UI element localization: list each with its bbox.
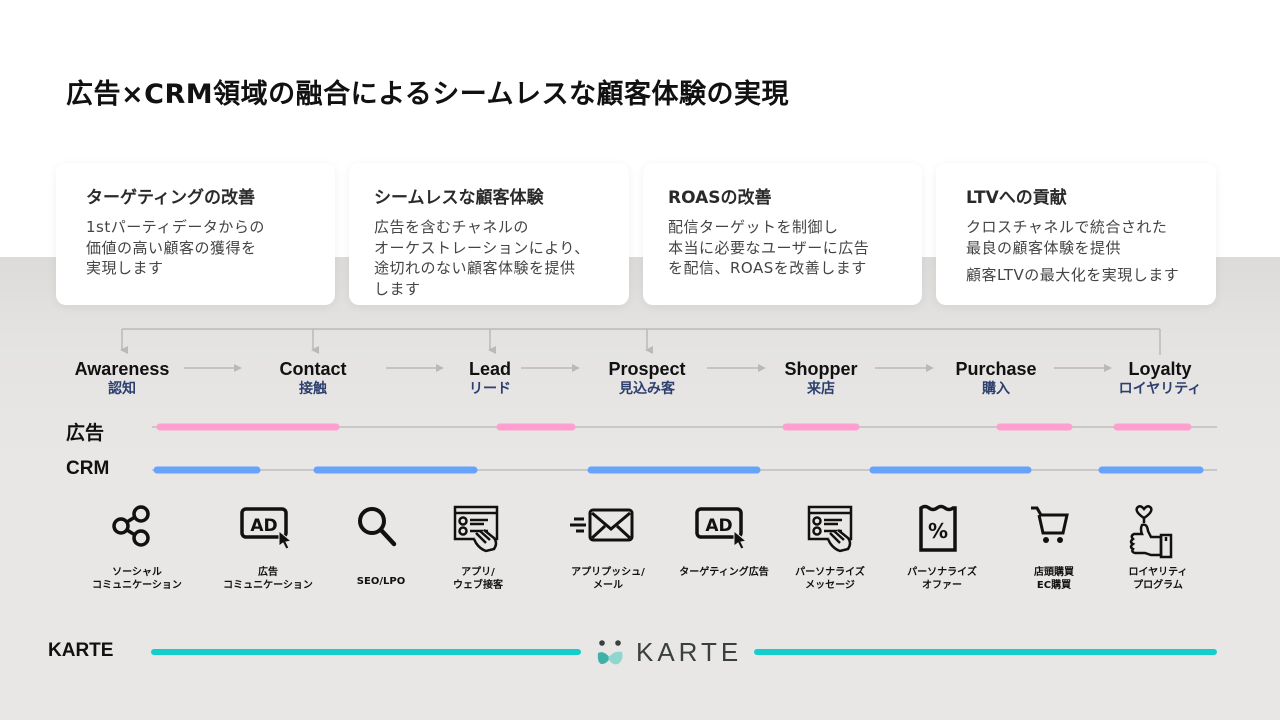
- svg-text:AD: AD: [250, 516, 277, 536]
- stage-ja-label: 見込み客: [619, 381, 675, 397]
- channel-label: 広告 コミュニケーション: [223, 567, 313, 591]
- karte-logo-icon: [597, 639, 623, 664]
- web-touch-icon: [807, 505, 853, 553]
- svg-text:%: %: [928, 519, 948, 543]
- row-label-crm: CRM: [66, 458, 110, 479]
- channel-label: アプリプッシュ/ メール: [571, 567, 645, 591]
- stage-ja-label: 購入: [981, 381, 1010, 397]
- stage-lead: Lead リード: [469, 358, 511, 398]
- stage-prospect: Prospect 見込み客: [608, 358, 685, 398]
- search-icon: [358, 507, 397, 547]
- web-touch-icon: [453, 505, 499, 553]
- ad-click-icon: AD: [695, 507, 748, 549]
- share-network-icon: [112, 505, 150, 547]
- stage-ja-label: ロイヤリティ: [1118, 381, 1202, 397]
- channel-label: パーソナライズ メッセージ: [795, 567, 865, 591]
- channel-label: 店頭購買 EC購買: [1034, 567, 1074, 591]
- channel-label: SEO/LPO: [356, 576, 406, 587]
- stage-loyalty: Loyalty ロイヤリティ: [1119, 358, 1202, 398]
- stage-en-label: Loyalty: [1128, 359, 1192, 379]
- coupon-percent-icon: %: [919, 504, 957, 552]
- thumbs-up-heart-icon: [1129, 505, 1173, 559]
- stage-purchase: Purchase 購入: [955, 358, 1036, 398]
- channel-label: アプリ/ ウェブ接客: [453, 567, 503, 591]
- stage-ja-label: 来店: [806, 381, 835, 397]
- stage-ja-label: リード: [468, 381, 511, 397]
- stage-en-label: Contact: [279, 359, 347, 379]
- top-connector: [120, 328, 1161, 355]
- stage-en-label: Awareness: [74, 359, 170, 379]
- channel-label: パーソナライズ オファー: [907, 567, 977, 591]
- stage-contact: Contact 接触: [280, 358, 347, 398]
- karte-logo-text: KARTE: [636, 637, 743, 667]
- stage-en-label: Prospect: [608, 359, 686, 379]
- stage-awareness: Awareness 認知: [75, 358, 170, 398]
- stage-shopper: Shopper 来店: [784, 358, 857, 398]
- karte-logo: KARTE: [596, 637, 742, 668]
- karte-row-label: KARTE: [48, 640, 114, 661]
- stage-ja-label: 認知: [107, 381, 136, 397]
- stage-en-label: Purchase: [955, 359, 1037, 379]
- row-label-ad: 広告: [66, 423, 105, 444]
- shopping-cart-icon: [1031, 506, 1069, 543]
- svg-text:AD: AD: [705, 516, 732, 536]
- channel-label: ターゲティング広告: [679, 567, 769, 578]
- channel-label: ロイヤリティ プログラム: [1128, 567, 1188, 591]
- ad-click-icon: AD: [240, 507, 293, 549]
- mail-send-icon: [570, 508, 634, 542]
- stage-en-label: Lead: [468, 359, 512, 379]
- stage-ja-label: 接触: [299, 381, 327, 397]
- channel-label: ソーシャル コミュニケーション: [92, 567, 182, 591]
- stage-en-label: Shopper: [784, 359, 858, 379]
